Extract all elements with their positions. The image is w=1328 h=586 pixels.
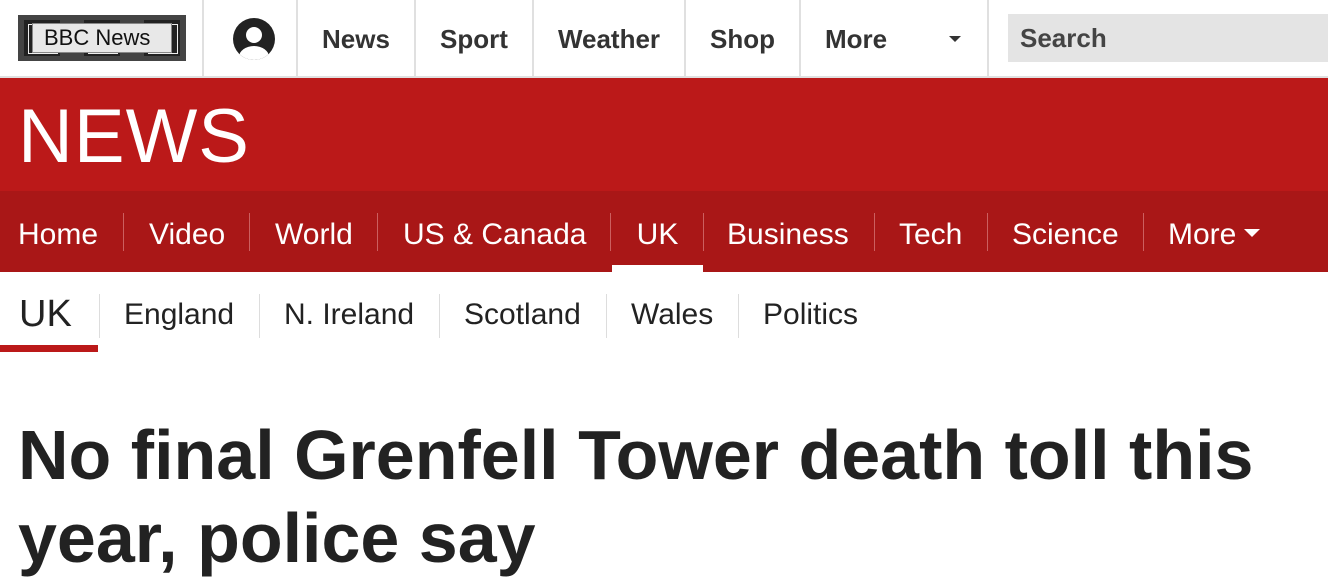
nav-more-label: More [1168,218,1237,251]
nav-divider [610,213,611,251]
global-nav-more-label: More [825,24,888,54]
nav-item-tech[interactable]: Tech [881,191,980,272]
article-headline: No final Grenfell Tower death toll this … [18,416,1254,577]
account-button[interactable] [204,0,298,78]
main-navigation: Home Video World US & Canada UK Business… [0,191,1328,272]
nav-divider [987,213,988,251]
chevron-down-icon [1244,229,1261,238]
global-nav-more-button[interactable]: More [801,0,987,78]
nav-item-home[interactable]: Home [0,191,116,272]
logo-label: BBC News [32,23,172,53]
search-input[interactable] [1008,14,1328,62]
nav-item-uk[interactable]: UK [612,191,703,272]
nav-divider [1143,213,1144,251]
nav-item-science[interactable]: Science [994,191,1137,272]
nav-divider [703,213,704,251]
global-nav-shop[interactable]: Shop [686,0,799,78]
nav-divider [606,294,607,338]
global-nav-news[interactable]: News [298,0,414,78]
user-icon [233,18,275,60]
section-nav-scotland[interactable]: Scotland [464,272,581,354]
nav-divider [249,213,250,251]
nav-divider [377,213,378,251]
section-navigation: UK England N. Ireland Scotland Wales Pol… [0,272,1328,354]
global-nav-sport[interactable]: Sport [416,0,532,78]
nav-item-business[interactable]: Business [709,191,867,272]
nav-divider [123,213,124,251]
global-navigation-bar: BBC News News Sport Weather Shop More [0,0,1328,78]
nav-divider [99,294,100,338]
nav-divider [259,294,260,338]
global-nav-weather[interactable]: Weather [534,0,684,78]
nav-item-video[interactable]: Video [131,191,243,272]
nav-more-button[interactable]: More [1150,191,1278,272]
section-nav-politics[interactable]: Politics [763,272,858,354]
section-nav-n-ireland[interactable]: N. Ireland [284,272,414,354]
nav-divider [439,294,440,338]
bbc-logo[interactable]: BBC News [18,15,186,61]
active-section-indicator [0,345,98,352]
nav-divider [738,294,739,338]
nav-item-world[interactable]: World [257,191,371,272]
search-box[interactable] [1008,14,1328,62]
news-wordmark[interactable]: NEWS [18,78,250,191]
section-title-uk[interactable]: UK [19,272,72,354]
nav-divider [987,0,989,78]
chevron-down-icon [949,36,961,42]
nav-item-us-canada[interactable]: US & Canada [385,191,604,272]
section-nav-england[interactable]: England [124,272,234,354]
nav-divider [874,213,875,251]
news-masthead: NEWS [0,78,1328,191]
section-nav-wales[interactable]: Wales [631,272,713,354]
